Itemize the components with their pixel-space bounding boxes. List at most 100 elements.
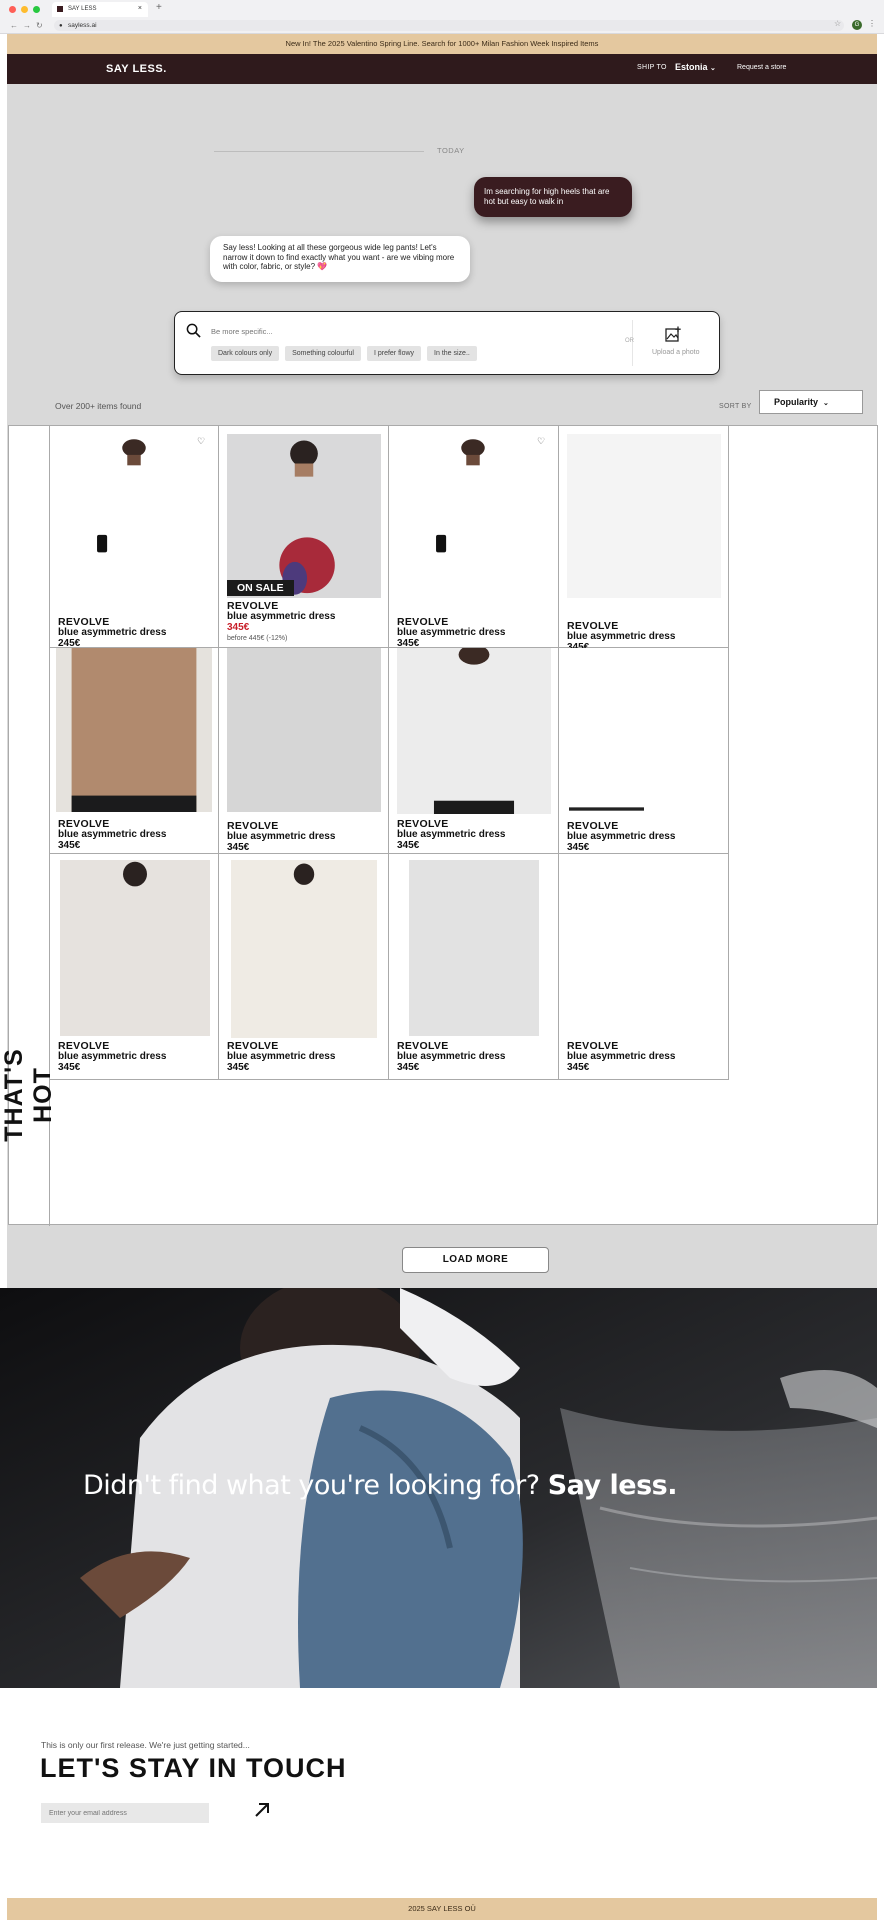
product-price: 345€: [567, 842, 590, 853]
product-image[interactable]: [227, 434, 381, 598]
copyright-bar: 2025 SAY LESS OÜ: [7, 1898, 877, 1920]
newsletter-heading: LET'S STAY IN TOUCH: [40, 1753, 347, 1783]
product-price: 345€: [567, 1062, 590, 1073]
product-name: blue asymmetric dress: [227, 611, 336, 622]
product-card[interactable]: ♡ REVOLVE blue asymmetric dress 245€: [50, 426, 219, 649]
product-name: blue asymmetric dress: [227, 1051, 336, 1062]
product-price: 345€: [227, 1062, 250, 1073]
product-name: blue asymmetric dress: [58, 627, 167, 638]
newsletter-subline: This is only our first release. We're ju…: [41, 1740, 250, 1750]
product-name: blue asymmetric dress: [397, 1051, 506, 1062]
chip-something-colourful[interactable]: Something colourful: [285, 346, 361, 361]
product-image[interactable]: [567, 434, 721, 598]
sort-value: Popularity: [774, 397, 819, 407]
product-card[interactable]: ON SALE REVOLVE blue asymmetric dress 345€ b…: [219, 426, 389, 648]
hero-text-regular: Didn't find what you're looking for?: [83, 1470, 540, 1501]
search-box: Dark colours only Something colourful I …: [174, 311, 720, 375]
results-count: Over 200+ items found: [55, 401, 142, 411]
url-text: sayless.ai: [68, 22, 97, 29]
minimize-window-button[interactable]: [21, 6, 28, 13]
maximize-window-button[interactable]: [33, 6, 40, 13]
chip-prefer-flowy[interactable]: I prefer flowy: [366, 346, 422, 361]
product-name: blue asymmetric dress: [58, 829, 167, 840]
newsletter-section: This is only our first release. We're ju…: [7, 1688, 877, 1898]
product-name: blue asymmetric dress: [397, 627, 506, 638]
product-image[interactable]: [60, 860, 210, 1036]
main-content: TODAY Im searching for high heels that a…: [0, 84, 878, 1288]
bot-message-bubble: Say less! Looking at all these gorgeous …: [210, 236, 470, 282]
chevron-down-icon: ⌄: [710, 65, 716, 72]
upload-photo-label[interactable]: Upload a photo: [652, 349, 699, 356]
favicon-icon: [57, 6, 63, 12]
upload-photo-icon[interactable]: [665, 326, 681, 342]
product-card[interactable]: REVOLVEblue asymmetric dress345€: [389, 648, 559, 854]
browser-tab[interactable]: SAY LESS ×: [52, 2, 148, 17]
product-card[interactable]: REVOLVEblue asymmetric dress345€: [559, 854, 729, 1080]
sort-by-label: SORT BY: [719, 403, 752, 410]
browser-chrome: SAY LESS × + ←→↻ ● sayless.ai ☆ G ⋮: [0, 0, 884, 34]
product-price: 345€: [227, 842, 250, 853]
product-image[interactable]: [569, 648, 719, 814]
date-divider: [214, 151, 424, 152]
product-card[interactable]: REVOLVEblue asymmetric dress345€: [219, 854, 389, 1080]
product-price: 345€: [227, 622, 250, 633]
product-card[interactable]: REVOLVEblue asymmetric dress345€: [389, 854, 559, 1080]
top-nav: SAY LESS. SHIP TO Estonia ⌄ Request a st…: [7, 54, 877, 84]
product-image[interactable]: [397, 648, 551, 814]
browser-menu-icon[interactable]: ⋮: [868, 19, 876, 28]
product-card[interactable]: REVOLVEblue asymmetric dress345€: [50, 648, 219, 854]
date-label: TODAY: [437, 146, 465, 155]
url-bar[interactable]: ● sayless.ai: [54, 20, 844, 31]
hero-text-bold: Say less.: [547, 1470, 678, 1501]
product-card[interactable]: REVOLVEblue asymmetric dress345€: [50, 854, 219, 1080]
page: New In! The 2025 Valentino Spring Line. …: [0, 34, 878, 1920]
product-name: blue asymmetric dress: [58, 1051, 167, 1062]
or-label: OR: [625, 338, 634, 344]
product-image[interactable]: [227, 648, 381, 812]
product-image[interactable]: [409, 860, 539, 1036]
search-input[interactable]: [211, 324, 591, 338]
heart-icon[interactable]: ♡: [197, 436, 205, 447]
product-card[interactable]: REVOLVEblue asymmetric dress345€: [559, 648, 729, 854]
ship-to-label: SHIP TO: [637, 64, 667, 71]
browser-nav-icons[interactable]: ←→↻: [10, 21, 48, 30]
lock-icon: ●: [59, 23, 63, 29]
product-price: 345€: [58, 1062, 81, 1073]
heart-icon[interactable]: ♡: [537, 436, 545, 447]
country-select[interactable]: Estonia ⌄: [675, 62, 716, 72]
load-more-button[interactable]: LOAD MORE: [402, 1247, 549, 1273]
product-was-price: before 445€ (-12%): [227, 635, 288, 642]
product-image[interactable]: [389, 434, 557, 608]
close-window-button[interactable]: [9, 6, 16, 13]
promo-banner[interactable]: New In! The 2025 Valentino Spring Line. …: [7, 34, 877, 54]
arrow-up-right-icon[interactable]: [253, 1801, 271, 1819]
product-name: blue asymmetric dress: [397, 829, 506, 840]
address-row: ←→↻ ● sayless.ai ☆ G ⋮: [0, 18, 884, 34]
new-tab-icon[interactable]: +: [156, 2, 162, 13]
close-tab-icon[interactable]: ×: [138, 5, 142, 12]
product-image[interactable]: [571, 860, 717, 1038]
country-value: Estonia: [675, 62, 708, 72]
product-name: blue asymmetric dress: [227, 831, 336, 842]
product-card[interactable]: REVOLVEblue asymmetric dress345€: [219, 648, 389, 854]
window-controls[interactable]: [9, 6, 40, 13]
chip-in-the-size[interactable]: In the size..: [427, 346, 477, 361]
tab-title: SAY LESS: [68, 6, 97, 12]
profile-avatar[interactable]: G: [852, 20, 862, 30]
user-message-bubble: Im searching for high heels that are hot…: [474, 177, 632, 217]
product-name: blue asymmetric dress: [567, 1051, 676, 1062]
product-image[interactable]: [56, 648, 212, 812]
product-image[interactable]: [231, 860, 377, 1038]
product-price: 345€: [397, 840, 420, 851]
request-store-link[interactable]: Request a store: [737, 64, 786, 71]
logo[interactable]: SAY LESS.: [106, 63, 167, 75]
product-image[interactable]: [50, 434, 218, 608]
product-card[interactable]: REVOLVEblue asymmetric dress345€: [559, 426, 729, 653]
email-field[interactable]: [41, 1803, 209, 1823]
product-card[interactable]: ♡ REVOLVE blue asymmetric dress 345€: [389, 426, 559, 649]
chip-dark-colours[interactable]: Dark colours only: [211, 346, 280, 361]
product-name: blue asymmetric dress: [567, 631, 676, 642]
bookmark-star-icon[interactable]: ☆: [834, 19, 841, 28]
sort-select[interactable]: Popularity ⌄: [759, 390, 863, 414]
hero-text: Didn't find what you're looking for? Say…: [83, 1470, 678, 1501]
